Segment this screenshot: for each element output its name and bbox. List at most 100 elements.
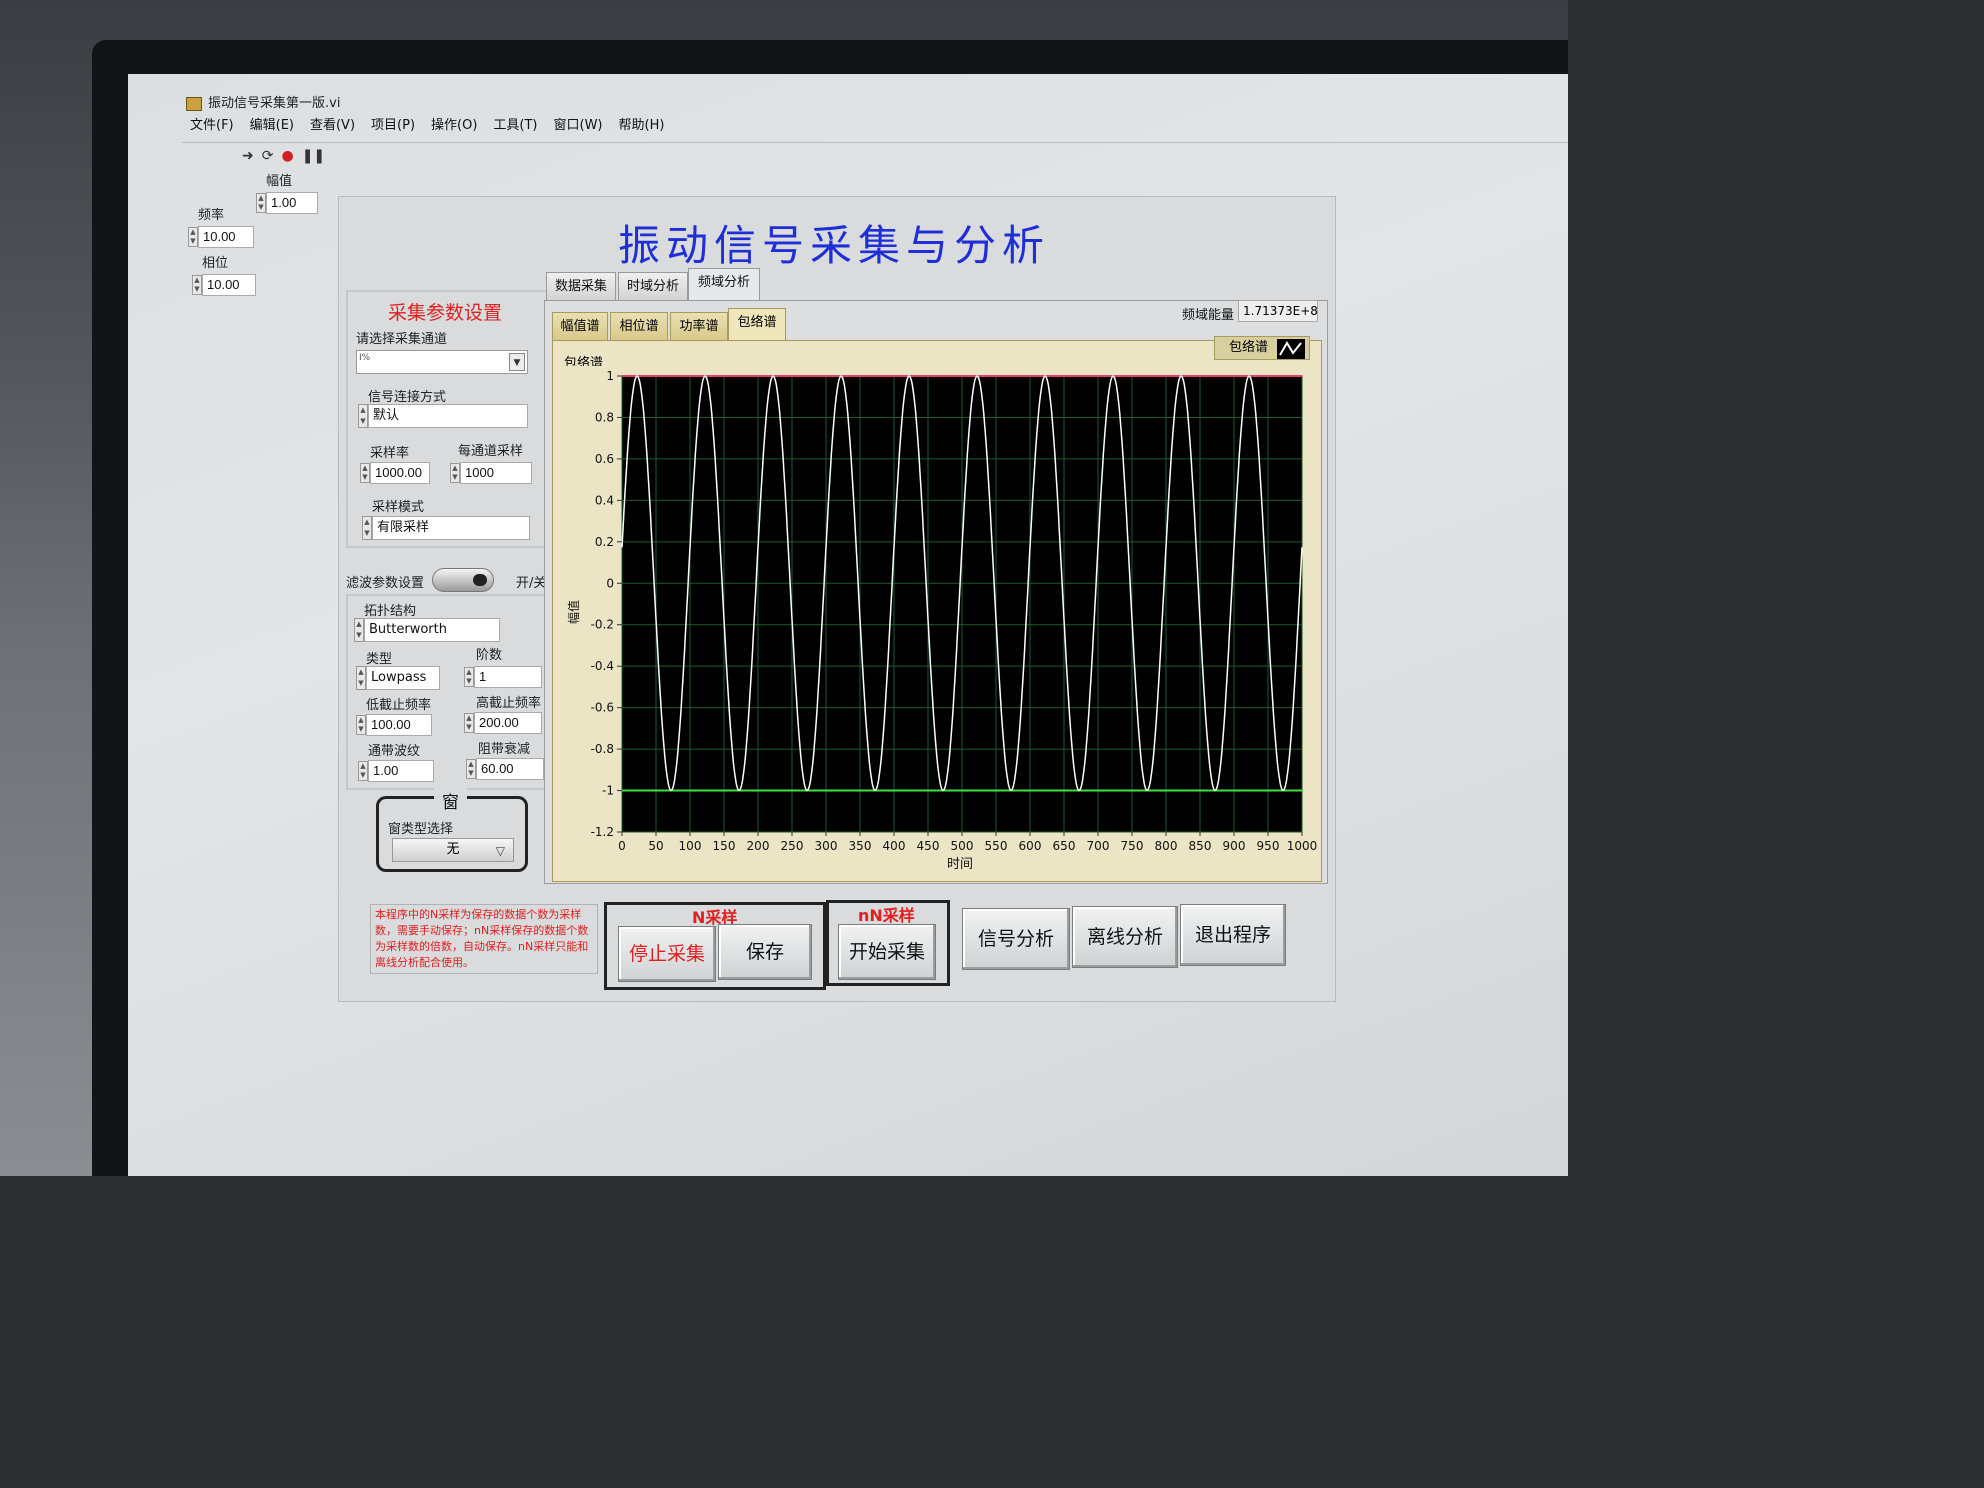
menu-operate[interactable]: 操作(O) [431,114,477,138]
y-tick-label: 0.2 [595,535,614,549]
window-titlebar: 振动信号采集第一版.vi [178,92,1568,114]
y-tick-label: -0.4 [591,659,614,673]
menu-window[interactable]: 窗口(W) [554,114,603,138]
amplitude-spinner[interactable]: ▲ ▼ [256,193,266,213]
frequency-control[interactable]: ▲ ▼ 10.00 [188,226,254,248]
filter-type-spinner[interactable]: ▲ ▼ [356,666,366,690]
amplitude-control[interactable]: ▲ ▼ 1.00 [256,192,318,214]
window-type-value: 无 [446,842,460,857]
sample-rate-spinner[interactable]: ▲ ▼ [360,463,370,483]
offline-analysis-button[interactable]: 离线分析 [1072,906,1178,968]
menu-project[interactable]: 项目(P) [371,114,415,138]
x-tick-label: 200 [747,839,770,853]
y-tick-label: 0.8 [595,410,614,424]
passband-ripple-control[interactable]: ▲ ▼ 1.00 [358,760,434,782]
stop-acquisition-button[interactable]: 停止采集 [618,926,716,982]
frequency-spinner[interactable]: ▲ ▼ [188,227,198,247]
start-acquisition-button[interactable]: 开始采集 [838,924,936,980]
signal-analysis-button[interactable]: 信号分析 [962,908,1070,970]
samples-per-channel-value[interactable]: 1000 [460,462,532,484]
high-cutoff-value[interactable]: 200.00 [474,712,542,734]
plot-legend[interactable]: 包络谱 [1214,336,1310,360]
passband-ripple-value[interactable]: 1.00 [368,760,434,782]
chevron-down-icon[interactable]: ▼ [509,353,525,371]
x-tick-label: 550 [985,839,1008,853]
frequency-value[interactable]: 10.00 [198,226,254,248]
stopband-spinner[interactable]: ▲ ▼ [466,759,476,779]
menu-tools[interactable]: 工具(T) [493,114,537,138]
subtab-phase-spectrum[interactable]: 相位谱 [610,312,668,340]
samples-per-channel-control[interactable]: ▲ ▼ 1000 [450,462,532,484]
filter-type-label: 类型 [366,652,393,667]
tab-time-domain[interactable]: 时域分析 [618,272,688,300]
topology-ring[interactable]: ▲ ▼ Butterworth [354,618,500,642]
amplitude-label: 幅值 [266,174,293,189]
run-continuously-icon[interactable]: ⟳ [262,148,274,164]
low-cutoff-control[interactable]: ▲ ▼ 100.00 [356,714,432,736]
abort-icon[interactable]: ● [281,148,293,164]
toggle-knob [473,574,487,586]
connection-ring[interactable]: ▲ ▼ 默认 [358,404,528,428]
channel-label: 请选择采集通道 [356,332,448,347]
filter-type-value[interactable]: Lowpass [366,666,440,690]
window-type-select[interactable]: 无 ▽ [392,838,514,862]
usage-note: 本程序中的N采样为保存的数据个数为采样数，需要手动保存；nN采样保存的数据个数为… [370,904,598,974]
low-cutoff-spinner[interactable]: ▲ ▼ [356,715,366,735]
x-tick-label: 1000 [1287,839,1318,853]
filter-type-ring[interactable]: ▲ ▼ Lowpass [356,666,440,690]
connection-spinner[interactable]: ▲ ▼ [358,404,368,428]
topology-value[interactable]: Butterworth [364,618,500,642]
exit-program-button[interactable]: 退出程序 [1180,904,1286,966]
filter-toggle-switch[interactable] [432,568,494,592]
low-cutoff-value[interactable]: 100.00 [366,714,432,736]
labview-vi-icon [186,96,202,111]
tab-frequency-domain[interactable]: 频域分析 [688,268,760,300]
acquisition-heading: 采集参数设置 [388,302,503,324]
pause-icon[interactable]: ❚❚ [302,148,325,164]
channel-select[interactable]: I% ▼ [356,350,528,374]
high-cutoff-spinner[interactable]: ▲ ▼ [464,713,474,733]
run-arrow-icon[interactable]: ➜ [242,148,254,164]
order-value[interactable]: 1 [474,666,542,688]
connection-value[interactable]: 默认 [368,404,528,428]
x-tick-label: 750 [1121,839,1144,853]
stopband-attenuation-control[interactable]: ▲ ▼ 60.00 [466,758,544,780]
sample-rate-control[interactable]: ▲ ▼ 1000.00 [360,462,430,484]
save-button[interactable]: 保存 [718,924,812,980]
menu-view[interactable]: 查看(V) [310,114,355,138]
menu-help[interactable]: 帮助(H) [619,114,665,138]
high-cutoff-control[interactable]: ▲ ▼ 200.00 [464,712,542,734]
phase-value[interactable]: 10.00 [202,274,256,296]
menu-edit[interactable]: 编辑(E) [250,114,294,138]
order-control[interactable]: ▲ ▼ 1 [464,666,542,688]
samples-spinner[interactable]: ▲ ▼ [450,463,460,483]
subtab-amplitude-spectrum[interactable]: 幅值谱 [552,312,608,340]
x-tick-label: 300 [815,839,838,853]
order-spinner[interactable]: ▲ ▼ [464,667,474,687]
menu-file[interactable]: 文件(F) [190,114,234,138]
x-tick-label: 0 [618,839,626,853]
stopband-attenuation-value[interactable]: 60.00 [476,758,544,780]
x-tick-label: 500 [951,839,974,853]
x-tick-label: 100 [679,839,702,853]
tab-data-acquisition[interactable]: 数据采集 [546,272,616,300]
subtab-power-spectrum[interactable]: 功率谱 [670,312,728,340]
sample-rate-value[interactable]: 1000.00 [370,462,430,484]
y-tick-label: -0.8 [591,742,614,756]
phase-control[interactable]: ▲ ▼ 10.00 [192,274,256,296]
topology-spinner[interactable]: ▲ ▼ [354,618,364,642]
frequency-energy-value: 1.71373E+8 [1238,300,1318,322]
phase-spinner[interactable]: ▲ ▼ [192,275,202,295]
sample-mode-ring[interactable]: ▲ ▼ 有限采样 [362,516,530,540]
x-tick-label: 50 [648,839,663,853]
sample-mode-spinner[interactable]: ▲ ▼ [362,516,372,540]
samples-per-channel-label: 每通道采样 [458,444,524,459]
window-title: 振动信号采集第一版.vi [208,96,341,111]
sample-mode-value[interactable]: 有限采样 [372,516,530,540]
filter-toggle-label: 开/关 [516,576,547,591]
subtab-envelope-spectrum[interactable]: 包络谱 [728,308,786,340]
triangle-down-icon[interactable]: ▽ [496,840,505,862]
amplitude-value[interactable]: 1.00 [266,192,318,214]
y-tick-label: -0.2 [591,618,614,632]
passband-spinner[interactable]: ▲ ▼ [358,761,368,781]
